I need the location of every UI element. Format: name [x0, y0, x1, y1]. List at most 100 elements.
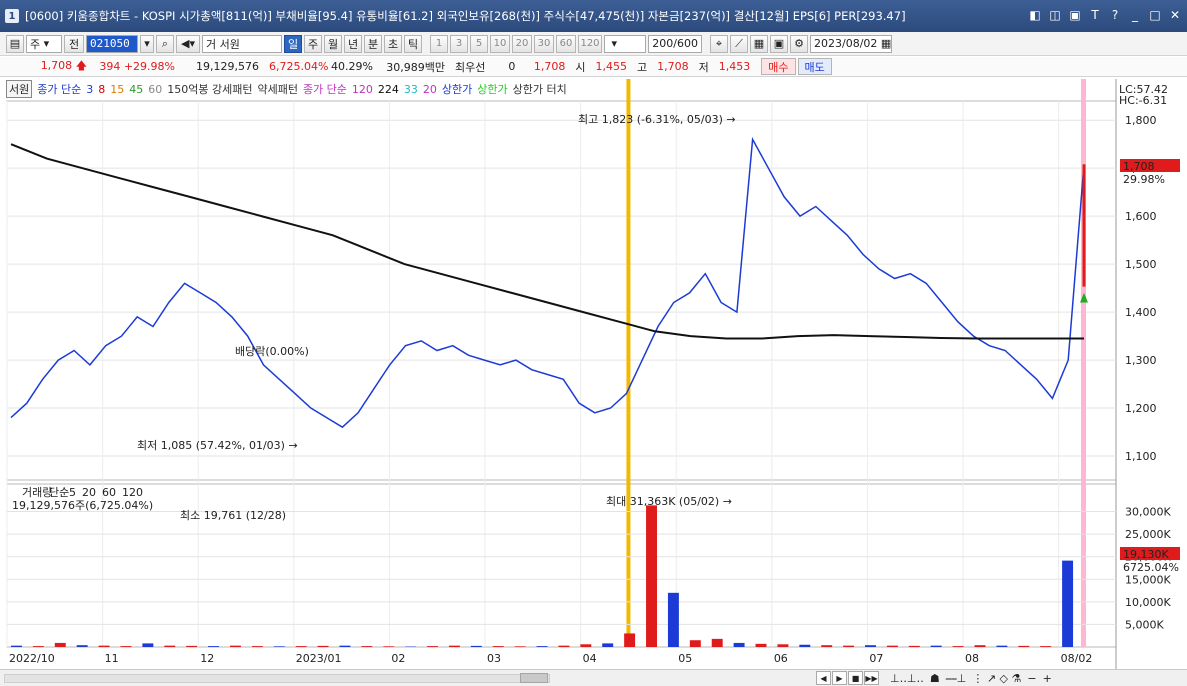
- interval-20[interactable]: 20: [512, 34, 532, 53]
- legend-ma8[interactable]: 8: [98, 83, 105, 96]
- sell-button[interactable]: 매도: [797, 58, 832, 75]
- zoom-out-icon[interactable]: −: [1027, 672, 1036, 686]
- legend-close-simple[interactable]: 종가 단순: [37, 81, 81, 97]
- tools-group-icon[interactable]: ⋮ ↗ ◇ ⚗: [972, 672, 1021, 686]
- text-size-icon[interactable]: T: [1089, 8, 1101, 22]
- save-icon[interactable]: ▣: [770, 34, 788, 53]
- maximize-button[interactable]: □: [1149, 8, 1161, 22]
- tools-icon[interactable]: ⌖: [710, 34, 728, 53]
- legend-ma224[interactable]: 224: [378, 83, 399, 96]
- buy-button[interactable]: 매수: [761, 58, 796, 75]
- interval-30[interactable]: 30: [534, 34, 554, 53]
- legend-upper-limit-2[interactable]: 상한가: [477, 81, 507, 97]
- zoom-mark-icon[interactable]: ☗: [930, 672, 940, 686]
- tile-icon[interactable]: ◫: [1049, 8, 1061, 22]
- up-arrow-icon: 🡅: [75, 59, 87, 72]
- volume-bar: [492, 646, 504, 647]
- market-select[interactable]: 주 ▾: [26, 34, 62, 53]
- volume-min-annotation: 최소 19,761 (12/28): [180, 509, 286, 522]
- legend-ma60[interactable]: 60: [148, 83, 162, 96]
- volume-bar: [536, 646, 548, 647]
- zoom-slider-icon[interactable]: ⊥‥⊥‥: [890, 672, 924, 686]
- date-field[interactable]: 2023/08/02 ▦: [810, 34, 892, 53]
- legend-ma120[interactable]: 120: [352, 83, 373, 96]
- high-label: 고: [637, 60, 648, 74]
- scroll-thumb[interactable]: [520, 673, 548, 683]
- legend-ma3[interactable]: 3: [86, 83, 93, 96]
- volume-bar: [667, 592, 679, 647]
- legend-ma45[interactable]: 45: [129, 83, 143, 96]
- hc-label: HC:-6.31: [1119, 94, 1167, 107]
- time-tick-label: 08: [965, 652, 979, 665]
- window-titlebar: 1 [0600] 키움종합차트 - KOSPI 시가총액[811(억)] 부채비…: [0, 0, 1187, 32]
- market-select-value: 주: [30, 37, 41, 51]
- period-day[interactable]: 일: [284, 34, 302, 53]
- legend-ma20[interactable]: 20: [423, 83, 437, 96]
- volume-bar: [777, 644, 789, 647]
- period-week[interactable]: 주: [304, 34, 322, 53]
- interval-10[interactable]: 10: [490, 34, 510, 53]
- zoom-line-icon[interactable]: ⎯⎯⊥: [946, 672, 967, 686]
- period-year[interactable]: 년: [344, 34, 362, 53]
- nav-play-icon[interactable]: ▶: [832, 671, 847, 685]
- price-plot-frame: [6, 100, 1117, 481]
- period-month[interactable]: 월: [324, 34, 342, 53]
- volume-bar: [996, 645, 1008, 647]
- scroll-track[interactable]: [4, 674, 550, 683]
- legend-stock-name[interactable]: 서원: [6, 80, 33, 98]
- nav-stop-icon[interactable]: ■: [848, 671, 863, 685]
- price-tick-label: 1,500: [1125, 258, 1157, 271]
- volume-bar: [755, 643, 767, 647]
- volume-tick-label: 25,000K: [1125, 528, 1171, 541]
- legend-close-simple-2[interactable]: 종가 단순: [303, 81, 347, 97]
- first-value: 0: [508, 60, 516, 73]
- legend-strong-pattern[interactable]: 150억봉 강세패턴: [167, 81, 252, 97]
- interval-5[interactable]: 5: [470, 34, 488, 53]
- period-minute[interactable]: 분: [364, 34, 382, 53]
- volume-bar: [317, 645, 329, 647]
- legend-upper-limit-touch[interactable]: 상한가 터치: [513, 81, 567, 97]
- draw-icon[interactable]: ⟋: [730, 34, 748, 53]
- legend-weak-pattern[interactable]: 약세패턴: [257, 81, 297, 97]
- interval-3[interactable]: 3: [450, 34, 468, 53]
- close-button[interactable]: ✕: [1169, 8, 1181, 22]
- period-tick[interactable]: 틱: [404, 34, 422, 53]
- legend-ma15[interactable]: 15: [110, 83, 124, 96]
- time-tick-label: 02: [391, 652, 405, 665]
- legend-upper-limit[interactable]: 상한가: [442, 81, 472, 97]
- nav-prev-icon[interactable]: ◀: [816, 671, 831, 685]
- dropdown-icon[interactable]: ▾: [140, 34, 154, 53]
- gear-icon[interactable]: ⚙: [790, 34, 808, 53]
- search-icon[interactable]: ⌕: [156, 34, 174, 53]
- volume-tick-label: 30,000K: [1125, 506, 1171, 519]
- capture-icon[interactable]: ▣: [1069, 8, 1081, 22]
- chart-area[interactable]: 1,1001,2001,3001,4001,5001,6001,7001,800…: [0, 79, 1187, 669]
- window-icon[interactable]: 1: [5, 9, 19, 23]
- volume-bar: [229, 645, 241, 647]
- speaker-icon[interactable]: ◀▾: [176, 34, 200, 53]
- legend-ma33[interactable]: 33: [404, 83, 418, 96]
- volume-bar: [1062, 560, 1074, 647]
- volume-last-label: 19,130K: [1123, 548, 1169, 561]
- chart-scrollbar[interactable]: ◀ ▶ ■ ▶▶ ⊥‥⊥‥ ☗ ⎯⎯⊥ ⋮ ↗ ◇ ⚗ − +: [0, 669, 1187, 686]
- interval-60[interactable]: 60: [556, 34, 576, 53]
- interval-custom-input[interactable]: ▾: [604, 34, 646, 53]
- count-field[interactable]: 200/600: [648, 34, 702, 53]
- volume-max-annotation: 최대 31,363K (05/02) →: [606, 495, 732, 508]
- period-second[interactable]: 초: [384, 34, 402, 53]
- zoom-in-icon[interactable]: +: [1043, 672, 1052, 686]
- volume-bar: [11, 645, 22, 647]
- table-icon[interactable]: ▦: [750, 34, 768, 53]
- time-tick-label: 06: [774, 652, 788, 665]
- link-icon[interactable]: ◧: [1029, 8, 1041, 22]
- settings-icon[interactable]: ▤: [6, 34, 24, 53]
- nav-fast-forward-icon[interactable]: ▶▶: [864, 671, 879, 685]
- help-icon[interactable]: ?: [1109, 8, 1121, 22]
- interval-1[interactable]: 1: [430, 34, 448, 53]
- minimize-button[interactable]: _: [1129, 8, 1141, 22]
- prev-button[interactable]: 전: [64, 34, 84, 53]
- interval-120[interactable]: 120: [578, 34, 602, 53]
- stock-code-input[interactable]: 021050: [86, 34, 138, 53]
- volume-tick-label: 5,000K: [1125, 618, 1164, 631]
- chart-canvas[interactable]: 1,1001,2001,3001,4001,5001,6001,7001,800…: [0, 79, 1187, 669]
